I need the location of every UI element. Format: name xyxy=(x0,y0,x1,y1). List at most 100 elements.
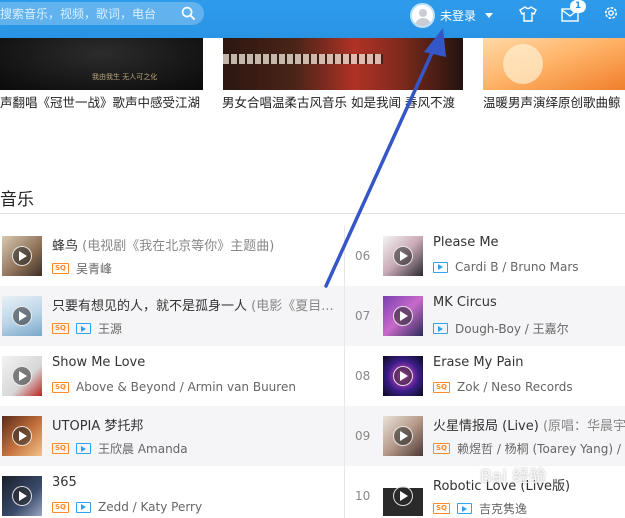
song-title-text: 火星情报局 (Live) xyxy=(433,419,539,434)
video-title-1[interactable]: 声翻唱《冠世一战》歌声中感受江湖 xyxy=(0,94,215,112)
song-meta: SQ 吉克隽逸 xyxy=(433,500,527,517)
video-title-2[interactable]: 男女合唱温柔古风音乐 如是我闻 春风不渡 xyxy=(222,94,462,112)
song-meta: SQ 吴青峰 xyxy=(52,260,112,277)
song-cover xyxy=(383,416,423,456)
song-title[interactable]: Please Me xyxy=(433,235,625,250)
mv-icon[interactable] xyxy=(433,323,448,334)
skin-icon[interactable] xyxy=(519,6,537,22)
song-artist[interactable]: 王欣晨 Amanda xyxy=(98,440,188,457)
song-title-text: Show Me Love xyxy=(52,355,146,370)
sq-badge: SQ xyxy=(433,443,450,454)
song-row[interactable]: 09 火星情报局 (Live) (原唱：华晨宇) SQ 赖煜哲 / 杨桐 (To… xyxy=(345,406,625,466)
play-icon[interactable] xyxy=(393,426,413,446)
song-title[interactable]: 火星情报局 (Live) (原唱：华晨宇) xyxy=(433,415,625,434)
song-meta: SQ 王源 xyxy=(52,320,122,337)
song-meta: SQ Zok / Neso Records xyxy=(433,380,573,394)
song-title-text: 365 xyxy=(52,475,77,490)
video-title-3[interactable]: 温暖男声演绎原创歌曲鲸 xyxy=(483,94,625,112)
song-meta: SQ 王欣晨 Amanda xyxy=(52,440,188,457)
song-meta: Cardi B / Bruno Mars xyxy=(433,260,579,274)
song-artist[interactable]: Cardi B / Bruno Mars xyxy=(455,260,579,274)
song-title[interactable]: 只要有想见的人，就不是孤身一人 (电影《夏目... xyxy=(52,295,337,314)
mv-icon[interactable] xyxy=(76,323,91,334)
song-cover xyxy=(2,236,42,276)
song-artist[interactable]: Zok / Neso Records xyxy=(457,380,573,394)
song-title-text: MK Circus xyxy=(433,295,497,310)
mv-icon[interactable] xyxy=(76,501,91,513)
song-artist[interactable]: Above & Beyond / Armin van Buuren xyxy=(76,380,296,394)
song-cover xyxy=(2,416,42,456)
song-title[interactable]: UTOPIA 梦托邦 xyxy=(52,415,337,434)
song-artist[interactable]: 王源 xyxy=(98,320,122,337)
song-title[interactable]: Erase My Pain xyxy=(433,355,625,370)
sq-badge: SQ xyxy=(433,381,450,393)
song-row[interactable]: 365 SQ Zedd / Katy Perry xyxy=(0,466,344,518)
search-box xyxy=(0,2,204,25)
song-title[interactable]: Show Me Love xyxy=(52,355,337,370)
song-title-text: 只要有想见的人，就不是孤身一人 xyxy=(52,299,248,314)
song-cover xyxy=(383,356,423,396)
section-divider xyxy=(0,213,625,214)
play-icon[interactable] xyxy=(12,246,32,266)
song-row[interactable]: 08 Erase My Pain SQ Zok / Neso Records xyxy=(345,346,625,406)
play-icon[interactable] xyxy=(393,486,413,506)
song-row[interactable]: UTOPIA 梦托邦 SQ 王欣晨 Amanda xyxy=(0,406,344,466)
song-rank: 08 xyxy=(355,369,371,383)
play-icon[interactable] xyxy=(12,486,32,506)
song-title-text: 蜂鸟 xyxy=(52,239,79,254)
play-icon[interactable] xyxy=(12,306,32,326)
mv-icon[interactable] xyxy=(457,503,472,514)
song-artist[interactable]: Dough-Boy / 王嘉尔 xyxy=(455,320,569,337)
song-title[interactable]: MK Circus xyxy=(433,295,625,310)
song-rank: 06 xyxy=(355,249,371,263)
search-input[interactable] xyxy=(0,2,170,25)
login-label: 未登录 xyxy=(440,8,477,23)
song-title-text: Erase My Pain xyxy=(433,355,524,370)
song-artist[interactable]: Zedd / Katy Perry xyxy=(98,500,202,514)
mv-icon[interactable] xyxy=(76,443,91,454)
song-row[interactable]: 07 MK Circus Dough-Boy / 王嘉尔 xyxy=(345,286,625,346)
top-bar: 未登录 1 xyxy=(0,0,625,38)
video-thumbnail-1[interactable]: 我由我生 无人可之化 xyxy=(0,38,203,90)
song-artist[interactable]: 赖煜哲 / 杨桐 (Toarey Yang) / 田 xyxy=(457,440,625,457)
user-login-menu[interactable]: 未登录 xyxy=(410,2,494,28)
song-meta: SQ Above & Beyond / Armin van Buuren xyxy=(52,380,296,394)
sq-badge: SQ xyxy=(52,501,69,513)
song-meta: SQ Zedd / Katy Perry xyxy=(52,500,202,514)
song-artist[interactable]: 吉克隽逸 xyxy=(479,500,527,517)
gear-icon[interactable] xyxy=(603,5,619,21)
song-cover xyxy=(383,476,423,516)
search-icon[interactable] xyxy=(181,6,196,21)
song-cover xyxy=(2,476,42,516)
song-row[interactable]: 只要有想见的人，就不是孤身一人 (电影《夏目... SQ 王源 xyxy=(0,286,344,346)
song-rank: 07 xyxy=(355,309,371,323)
song-meta: Dough-Boy / 王嘉尔 xyxy=(433,320,569,337)
play-icon[interactable] xyxy=(393,246,413,266)
song-artist[interactable]: 吴青峰 xyxy=(76,260,112,277)
song-title[interactable]: 蜂鸟 (电视剧《我在北京等你》主题曲) xyxy=(52,235,337,254)
video-thumbnail-2[interactable] xyxy=(223,38,463,90)
video-thumbnail-3[interactable] xyxy=(483,38,625,90)
song-cover xyxy=(383,236,423,276)
play-icon[interactable] xyxy=(12,366,32,386)
song-rank: 10 xyxy=(355,489,371,503)
song-note: (原唱：华晨宇) xyxy=(542,419,625,434)
song-title[interactable]: 365 xyxy=(52,475,337,490)
light-spot-image xyxy=(503,44,543,84)
watermark-logo: Bai 经验 xyxy=(480,467,547,487)
song-row[interactable]: Show Me Love SQ Above & Beyond / Armin v… xyxy=(0,346,344,406)
play-icon[interactable] xyxy=(393,306,413,326)
sq-badge: SQ xyxy=(52,443,69,454)
song-row[interactable]: 蜂鸟 (电视剧《我在北京等你》主题曲) SQ 吴青峰 xyxy=(0,226,344,286)
mv-icon[interactable] xyxy=(433,261,448,273)
song-title-text: UTOPIA 梦托邦 xyxy=(52,419,144,434)
song-title-text: Please Me xyxy=(433,235,499,250)
song-note: (电影《夏目... xyxy=(251,299,334,314)
song-cover xyxy=(2,296,42,336)
sq-badge: SQ xyxy=(433,503,450,514)
play-icon[interactable] xyxy=(12,426,32,446)
chevron-down-icon xyxy=(485,12,494,18)
play-icon[interactable] xyxy=(393,366,413,386)
message-badge: 1 xyxy=(570,0,586,13)
song-row[interactable]: 06 Please Me Cardi B / Bruno Mars xyxy=(345,226,625,286)
